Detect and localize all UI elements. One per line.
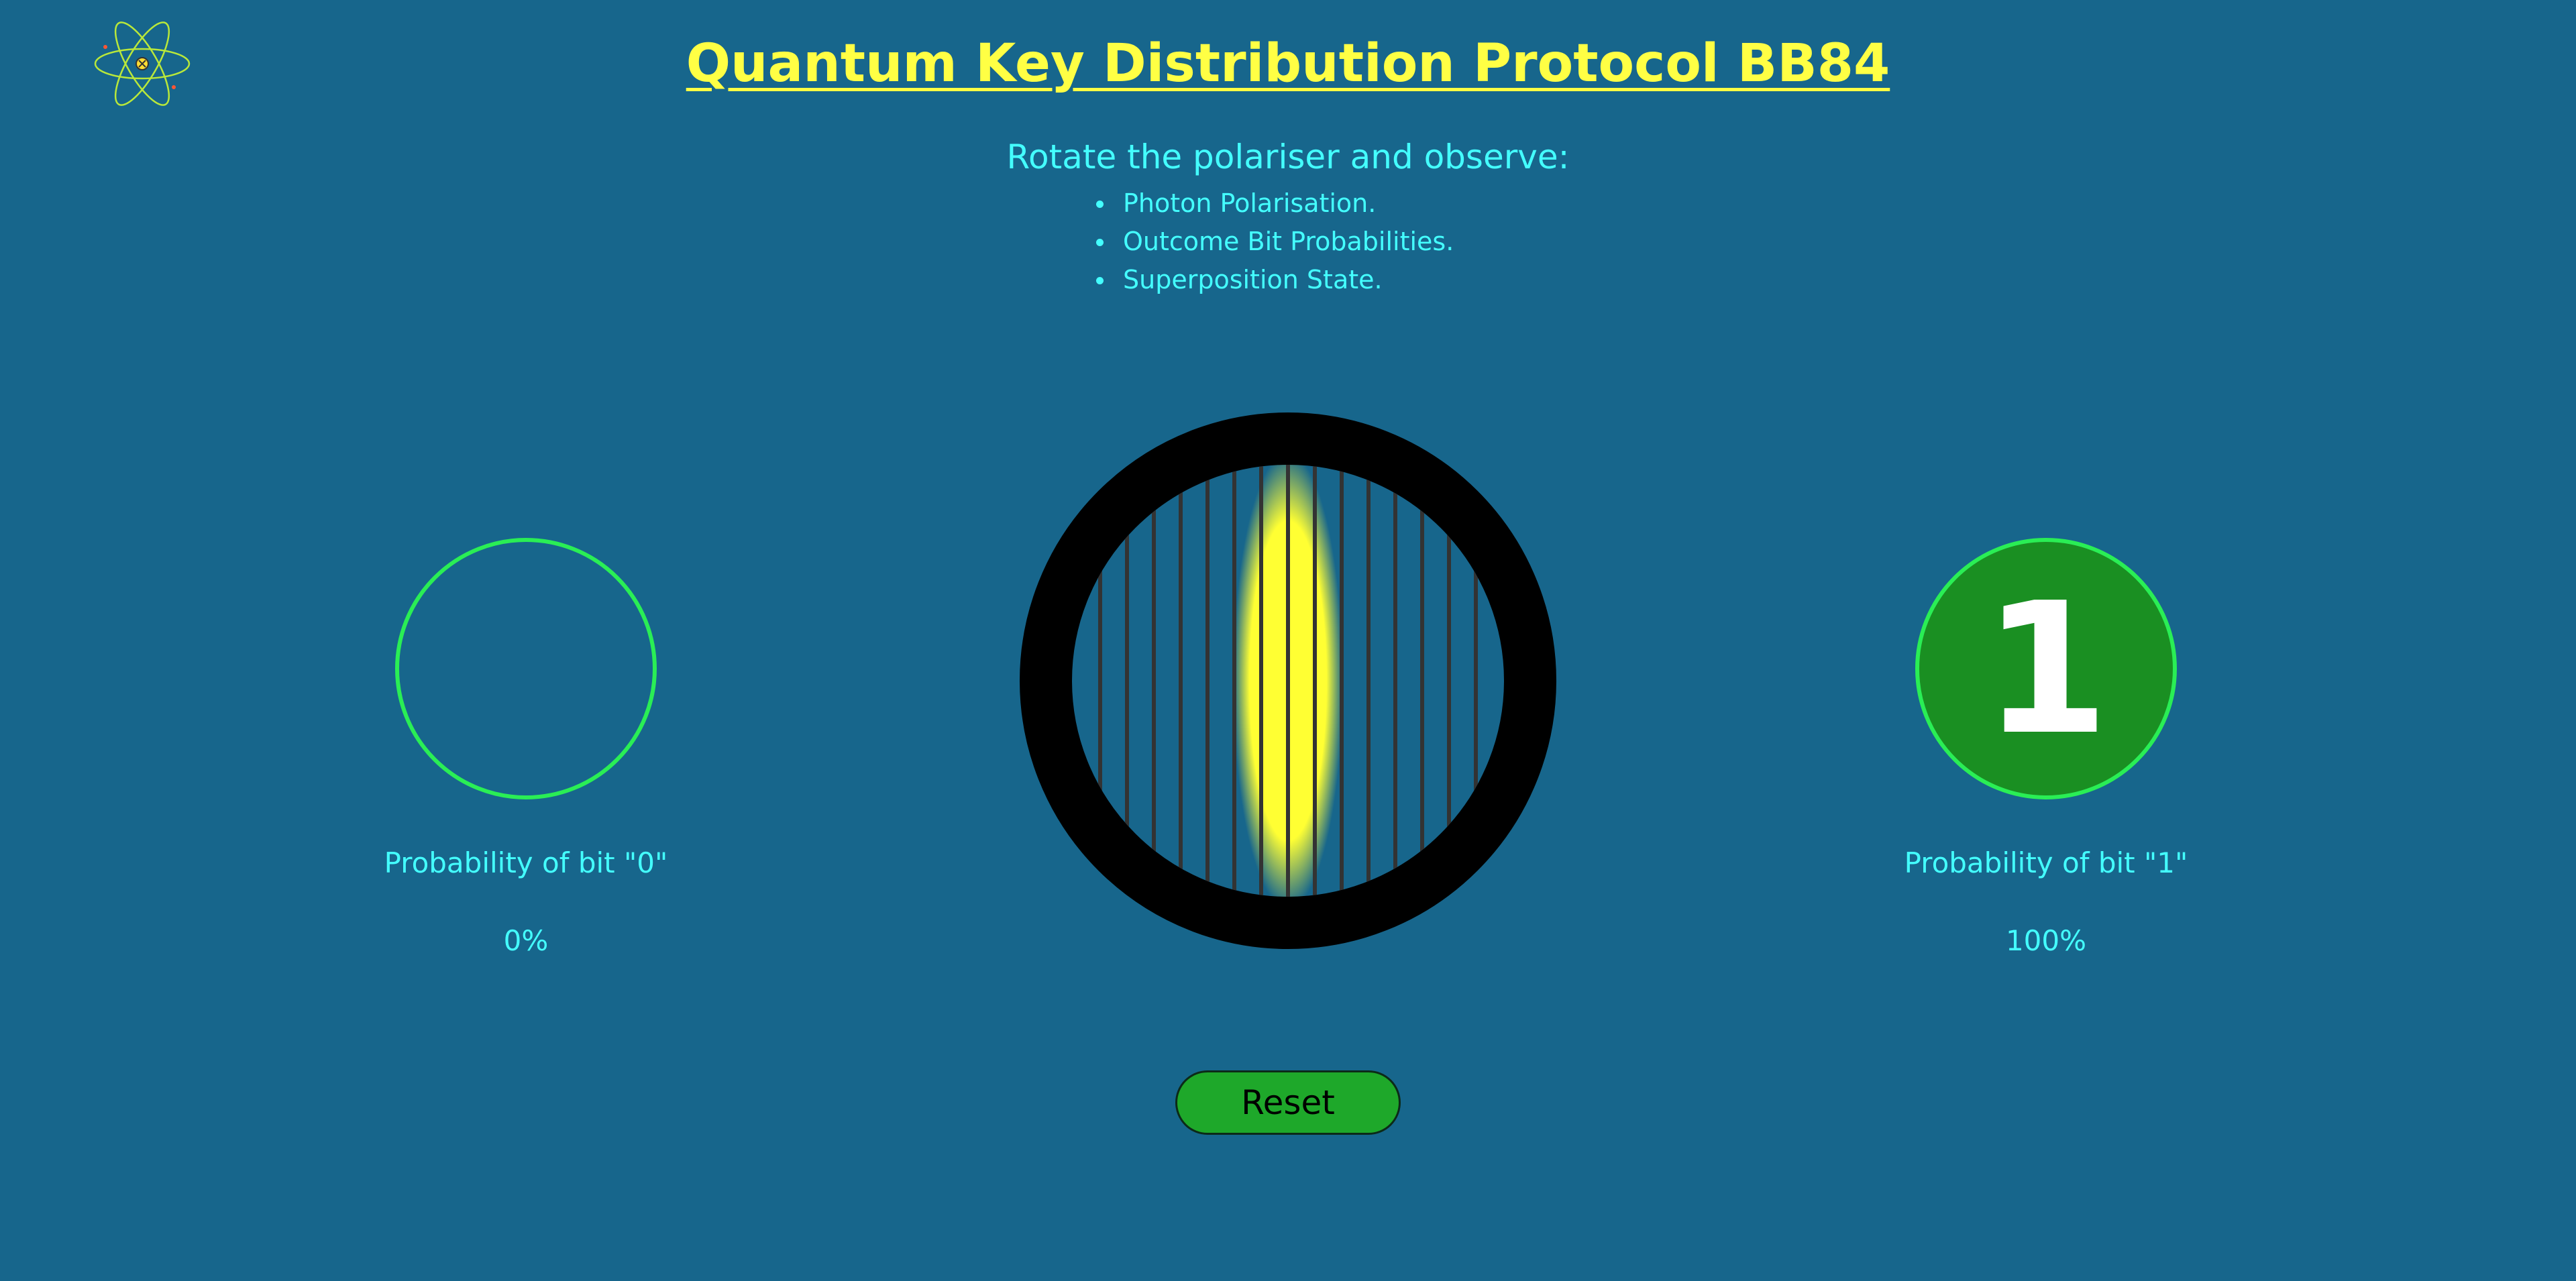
bit-zero-indicator [395,538,657,799]
bit-one-digit: 1 [1983,563,2109,775]
bit-one-indicator: 1 [1915,538,2177,799]
list-item: Superposition State. [1093,261,1454,299]
polariser-grid [1098,465,1478,897]
polariser-dial[interactable] [1020,412,1556,949]
page-title: Quantum Key Distribution Protocol BB84 [686,34,1890,94]
bit-zero-digit [399,542,653,795]
instructions-heading: Rotate the polariser and observe: [1006,137,1570,176]
bit-one-label: Probability of bit "1" [1904,846,2188,879]
list-item: Photon Polarisation. [1093,184,1454,223]
page: Quantum Key Distribution Protocol BB84 R… [0,0,2576,1281]
bit-zero-label: Probability of bit "0" [384,846,668,879]
bit-one-probability: 100% [2005,924,2087,957]
instructions-list: Photon Polarisation. Outcome Bit Probabi… [1093,184,1454,299]
reset-button[interactable]: Reset [1175,1070,1401,1135]
list-item: Outcome Bit Probabilities. [1093,223,1454,261]
bit-zero-probability: 0% [503,924,549,957]
